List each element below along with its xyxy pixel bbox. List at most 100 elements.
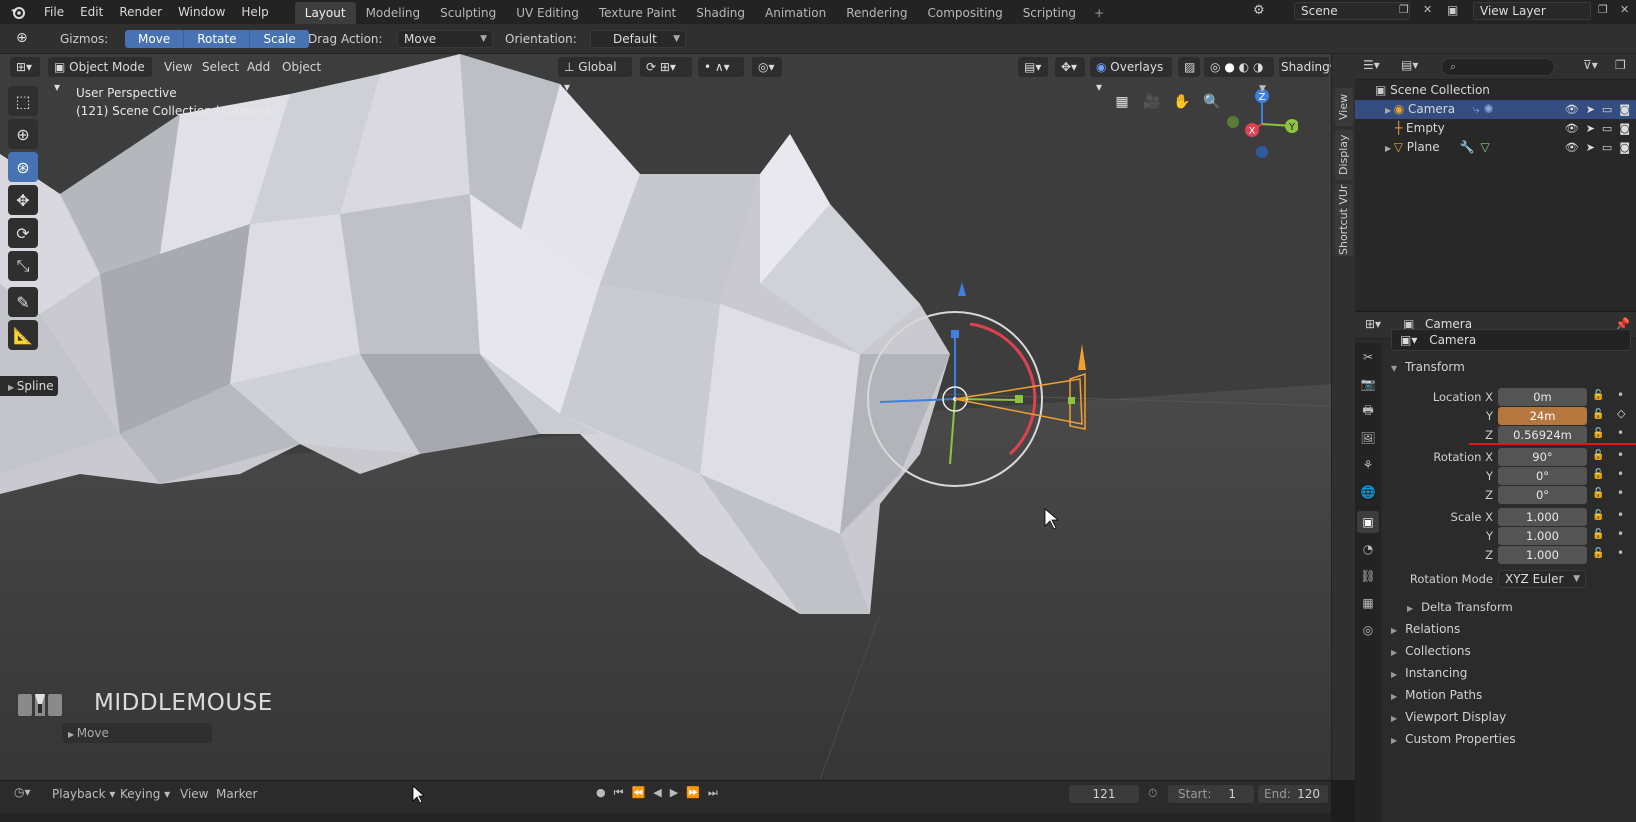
- tab-animation[interactable]: Animation: [755, 2, 836, 24]
- texture-tab-icon[interactable]: ◎: [1357, 619, 1379, 641]
- tab-layout[interactable]: Layout: [294, 2, 356, 24]
- timeline-menu-keying[interactable]: Keying ▾: [120, 781, 170, 807]
- eye-icon[interactable]: 👁: [1565, 100, 1579, 119]
- gizmo-move-button[interactable]: Move: [125, 30, 185, 48]
- proportional-edit-icon[interactable]: ◎▾: [752, 57, 782, 77]
- overlays-dropdown[interactable]: ◉ Overlays ▾: [1090, 57, 1172, 94]
- keyframe-dot-icon[interactable]: •: [1617, 527, 1624, 541]
- keyframe-dot-icon[interactable]: •: [1617, 508, 1624, 522]
- scene-tab-icon[interactable]: ⚘: [1357, 454, 1379, 476]
- properties-editor-type-icon[interactable]: ⊞▾: [1365, 317, 1381, 331]
- last-operator-panel[interactable]: ▶ Move: [62, 723, 212, 743]
- tab-compositing[interactable]: Compositing: [917, 2, 1012, 24]
- menu-edit[interactable]: Edit: [72, 0, 111, 24]
- tab-shading[interactable]: Shading: [686, 2, 755, 24]
- lock-icon[interactable]: 🔓: [1592, 488, 1604, 499]
- new-scene-icon[interactable]: ❐: [1399, 3, 1409, 16]
- eye-icon[interactable]: 👁: [1565, 119, 1579, 138]
- add-workspace-button[interactable]: +: [1086, 2, 1112, 24]
- outliner-item-camera[interactable]: ▶ ◉ Camera ⤷ ✺ 👁 ➤ ▭ ◙: [1355, 100, 1636, 119]
- keyframe-dot-icon[interactable]: •: [1617, 546, 1624, 560]
- navigation-gizmo[interactable]: Z Y X: [1218, 86, 1298, 166]
- viewport-display-section[interactable]: ▶ Viewport Display: [1391, 710, 1506, 724]
- world-tab-icon[interactable]: 🌐: [1357, 481, 1379, 503]
- monitor-icon[interactable]: ▭: [1602, 138, 1612, 157]
- drag-action-dropdown[interactable]: Move ▼: [397, 30, 493, 48]
- timeline-menu-view[interactable]: View: [180, 781, 208, 807]
- transform-orientation-dropdown[interactable]: ⊥ Global ▾: [558, 57, 632, 94]
- menu-help[interactable]: Help: [233, 0, 276, 24]
- monitor-icon[interactable]: ▭: [1602, 100, 1612, 119]
- timeline-track[interactable]: [0, 813, 1331, 822]
- remove-scene-icon[interactable]: ✕: [1423, 3, 1432, 16]
- camera-view-icon[interactable]: 🎥: [1140, 90, 1164, 114]
- output-tab-icon[interactable]: 🖶: [1357, 400, 1379, 422]
- stopwatch-icon[interactable]: ⏱: [1148, 786, 1157, 801]
- axis-neg-y-handle[interactable]: [1227, 116, 1239, 128]
- solid-shading-icon[interactable]: ●: [1224, 60, 1234, 74]
- next-keyframe-icon[interactable]: ⏩: [686, 786, 700, 800]
- view-layer-icon[interactable]: ▣: [1447, 3, 1458, 17]
- active-tool-icon[interactable]: ⊕: [16, 30, 28, 46]
- keyframe-diamond-icon[interactable]: ◇: [1617, 407, 1625, 420]
- remove-view-layer-icon[interactable]: ✕: [1620, 3, 1629, 16]
- instancing-section[interactable]: ▶ Instancing: [1391, 666, 1467, 680]
- scale-x-field[interactable]: 1.000: [1498, 508, 1587, 526]
- jump-start-icon[interactable]: ⏮: [614, 786, 624, 800]
- menu-render[interactable]: Render: [111, 0, 170, 24]
- orientation-dropdown[interactable]: Default ▼: [590, 30, 686, 48]
- transform-section-header[interactable]: ▼ Transform: [1391, 360, 1465, 374]
- data-tab-icon[interactable]: ▦: [1357, 592, 1379, 614]
- display-mode-icon[interactable]: ▤▾: [1401, 58, 1418, 72]
- constraints-tab-icon[interactable]: ⛓: [1357, 565, 1379, 587]
- timeline-editor-type-icon[interactable]: ◷▾: [14, 785, 31, 799]
- spline-panel-tab[interactable]: ▶ Spline: [0, 376, 58, 396]
- location-x-field[interactable]: 0m: [1498, 388, 1587, 406]
- rendered-shading-icon[interactable]: ◑: [1253, 60, 1263, 74]
- tab-shortcut-vur[interactable]: Shortcut VUr: [1335, 184, 1353, 256]
- tab-scripting[interactable]: Scripting: [1013, 2, 1086, 24]
- axis-neg-z-handle[interactable]: [1256, 146, 1268, 158]
- scene-field[interactable]: Scene: [1294, 2, 1410, 20]
- measure-tool-icon[interactable]: 📐: [8, 320, 38, 350]
- lock-icon[interactable]: 🔓: [1592, 510, 1604, 521]
- play-icon[interactable]: ▶: [670, 786, 678, 800]
- select-arrow-icon[interactable]: ➤: [1586, 138, 1595, 157]
- lock-icon[interactable]: 🔓: [1592, 450, 1604, 461]
- prev-keyframe-icon[interactable]: ⏪: [632, 786, 646, 800]
- outliner-scene-collection[interactable]: ▣ Scene Collection: [1355, 81, 1636, 100]
- keyframe-dot-icon[interactable]: •: [1617, 486, 1624, 500]
- keyframe-dot-icon[interactable]: •: [1617, 388, 1624, 402]
- tab-texture-paint[interactable]: Texture Paint: [589, 2, 686, 24]
- editor-type-icon[interactable]: ⊞▾: [10, 57, 40, 77]
- visibility-icon[interactable]: ▤▾: [1018, 57, 1048, 77]
- scene-selector-icon[interactable]: ⚙: [1253, 3, 1265, 18]
- view-layer-field[interactable]: View Layer: [1473, 2, 1591, 20]
- keyframe-dot-icon[interactable]: •: [1617, 426, 1624, 440]
- jump-end-icon[interactable]: ⏭: [708, 786, 718, 800]
- scale-z-field[interactable]: 1.000: [1498, 546, 1587, 564]
- menu-file[interactable]: File: [36, 0, 72, 24]
- select-arrow-icon[interactable]: ➤: [1586, 119, 1595, 138]
- lock-icon[interactable]: 🔓: [1592, 548, 1604, 559]
- eye-icon[interactable]: 👁: [1565, 138, 1579, 157]
- filter-icon[interactable]: ⊽▾: [1583, 58, 1598, 72]
- render-tab-icon[interactable]: 📷: [1357, 373, 1379, 395]
- delta-transform-section[interactable]: ▶ Delta Transform: [1407, 600, 1513, 614]
- collections-section[interactable]: ▶ Collections: [1391, 644, 1471, 658]
- toggle-grid-icon[interactable]: ▦: [1110, 90, 1134, 114]
- pan-view-icon[interactable]: ✋: [1170, 90, 1194, 114]
- tab-sculpting[interactable]: Sculpting: [430, 2, 506, 24]
- monitor-icon[interactable]: ▭: [1602, 119, 1612, 138]
- scale-tool-icon[interactable]: ⤡: [8, 251, 38, 281]
- outliner-item-empty[interactable]: ┼ Empty 👁 ➤ ▭ ◙: [1355, 119, 1636, 138]
- rotation-y-field[interactable]: 0°: [1498, 467, 1587, 485]
- render-camera-icon[interactable]: ◙: [1619, 138, 1630, 157]
- move-tool-icon[interactable]: ✥: [8, 185, 38, 215]
- relations-section[interactable]: ▶ Relations: [1391, 622, 1460, 636]
- new-collection-icon[interactable]: ❐: [1615, 58, 1626, 72]
- timeline-menu-playback[interactable]: Playback ▾: [52, 781, 115, 807]
- current-frame-field[interactable]: 121: [1069, 785, 1139, 803]
- snap-icon[interactable]: • ∧▾: [698, 57, 744, 77]
- menu-window[interactable]: Window: [170, 0, 233, 24]
